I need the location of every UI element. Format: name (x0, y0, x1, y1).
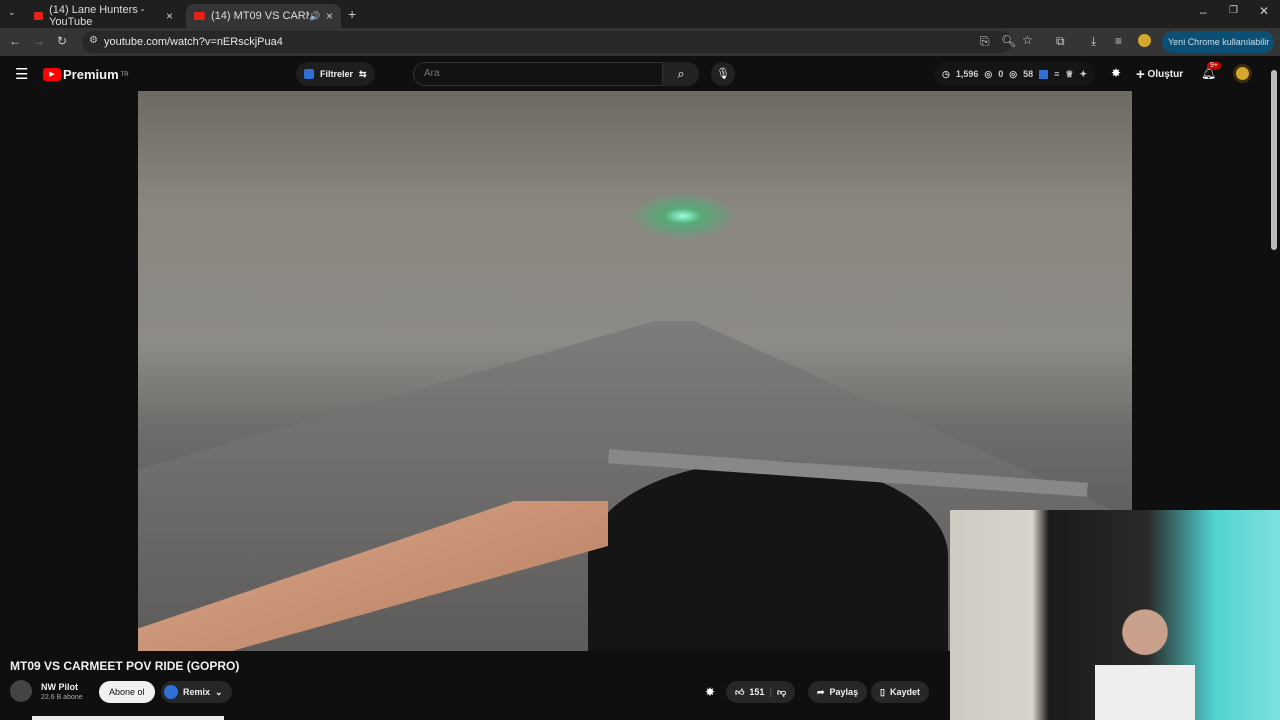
remix-button[interactable]: Remix ⌄ (161, 681, 232, 703)
bookmark-star-icon[interactable]: ☆ (1022, 33, 1033, 47)
youtube-logo[interactable]: ▶ Premium TR (43, 67, 129, 82)
account-avatar[interactable] (1233, 64, 1252, 83)
new-tab-icon[interactable]: + (348, 6, 356, 22)
search-button[interactable]: ⌕ (663, 62, 699, 86)
url-input[interactable]: youtube.com/watch?v=nERsckjPua4 (82, 31, 1012, 53)
time-stat: 1,596 (955, 69, 979, 79)
tab-mt09[interactable]: (14) MT09 VS CARMEET PO🔊 × (186, 4, 341, 28)
gem-icon[interactable]: ✸ (705, 685, 715, 699)
list-icon[interactable]: ≡ (1054, 69, 1059, 79)
url-text: youtube.com/watch?v=nERsckjPua4 (104, 36, 283, 48)
bookmark-icon: ▯ (880, 686, 885, 697)
youtube-icon (194, 12, 205, 20)
views-a-stat: 0 (998, 69, 1004, 79)
restore-icon[interactable]: ❐ (1229, 5, 1238, 16)
share-icon: ➦ (817, 686, 825, 697)
close-tab-icon[interactable]: × (326, 9, 333, 23)
address-bar: ← → ↻ youtube.com/watch?v=nERsckjPua4 ⚙ … (0, 28, 1280, 69)
trophy-icon[interactable]: ♕ (1065, 69, 1073, 80)
save-button[interactable]: ▯ Kaydet (871, 681, 929, 703)
thumbs-down-icon[interactable]: 👎︎ (777, 687, 786, 698)
stats-bar: ◷ 1,596 ◎ 0 ◎ 58 ≡ ♕ ✦ (934, 62, 1096, 86)
eye-icon: ◎ (1009, 68, 1018, 79)
channel-name[interactable]: NW Pilot (41, 682, 78, 692)
install-app-icon[interactable]: ⎘ (980, 34, 990, 49)
notification-badge: 9+ (1207, 62, 1221, 69)
search-placeholder: Ara (424, 68, 440, 79)
menu-icon[interactable]: ☰ (15, 65, 28, 83)
forward-icon[interactable]: → (33, 34, 45, 48)
gem-icon[interactable]: ✸ (1111, 66, 1121, 80)
extension-icon (304, 69, 314, 79)
channel-avatar[interactable] (10, 680, 32, 702)
youtube-icon (34, 12, 44, 20)
profile-avatar[interactable] (1138, 34, 1151, 47)
views-b-stat: 58 (1023, 69, 1034, 79)
tab-search-chevron-icon[interactable]: ⌄ (8, 7, 16, 18)
chevron-down-icon: ⌄ (215, 686, 223, 697)
region-code: TR (120, 71, 129, 78)
close-tab-icon[interactable]: × (166, 9, 173, 23)
remix-icon (164, 685, 178, 699)
subscriber-count: 22,6 B abone (41, 694, 83, 701)
tab-title: (14) Lane Hunters - YouTube (49, 4, 145, 28)
thumbs-up-icon: 👍︎ (735, 686, 745, 697)
video-title: MT09 VS CARMEET POV RIDE (GOPRO) (10, 659, 240, 673)
update-label: Yeni Chrome kullanılabilir (1168, 37, 1270, 47)
zoom-icon[interactable]: 🔍︎ (1001, 34, 1016, 48)
remix-label: Remix (183, 687, 211, 697)
filter-icon: ⇆ (359, 68, 367, 79)
clock-icon: ◷ (942, 68, 950, 79)
filters-button[interactable]: Filtreler ⇆ (296, 62, 375, 86)
close-window-icon[interactable]: ✕ (1259, 4, 1269, 18)
play-logo-icon: ▶ (43, 68, 61, 81)
voice-search-button[interactable]: 🎙︎ (711, 62, 735, 86)
subscribe-button[interactable]: Abone ol (99, 681, 155, 703)
minimize-icon[interactable]: – (1200, 5, 1207, 19)
motorcycle-tank (588, 461, 948, 651)
search-icon: ⌕ (677, 66, 685, 81)
eye-icon: ◎ (984, 68, 993, 79)
extension-icon[interactable] (1039, 69, 1049, 79)
plus-icon: + (1136, 66, 1145, 83)
share-label: Paylaş (829, 687, 859, 697)
download-icon[interactable]: ⤓ (1091, 34, 1096, 49)
filters-label: Filtreler (320, 69, 354, 79)
webcam-overlay (950, 510, 1280, 720)
reload-icon[interactable]: ↻ (57, 34, 67, 48)
like-count: 151 (749, 687, 765, 697)
progress-bar[interactable] (32, 716, 224, 720)
update-chrome-button[interactable]: Yeni Chrome kullanılabilir ⋮ (1162, 31, 1274, 69)
tab-title: (14) MT09 VS CARMEET PO (211, 10, 309, 22)
share-button[interactable]: ➦ Paylaş (808, 681, 868, 703)
youtube-header: ☰ ▶ Premium TR Filtreler ⇆ Ara ⌕ 🎙︎ ◷ 1,59… (0, 56, 1280, 92)
tab-lane-hunters[interactable]: (14) Lane Hunters - YouTube × (26, 4, 181, 28)
streamer (1095, 598, 1195, 720)
create-label: Oluştur (1147, 69, 1184, 81)
scrollbar[interactable] (1271, 70, 1277, 250)
search-input[interactable]: Ara (413, 62, 663, 86)
like-button[interactable]: 👍︎ 151 | 👎︎ (726, 681, 796, 703)
create-button[interactable]: + Oluştur (1136, 66, 1183, 83)
microphone-icon: 🎙︎ (716, 68, 730, 80)
extensions-icon[interactable]: ⧉ (1056, 34, 1065, 49)
sparkle-icon[interactable]: ✦ (1079, 69, 1087, 80)
logo-text: Premium (63, 67, 119, 82)
speaker-icon[interactable]: 🔊 (309, 11, 320, 22)
tab-bar: ⌄ (14) Lane Hunters - YouTube × (14) MT09… (0, 0, 1280, 28)
media-queue-icon[interactable]: ≡ (1115, 34, 1122, 48)
site-settings-icon[interactable]: ⚙ (89, 35, 98, 46)
save-label: Kaydet (889, 687, 920, 697)
back-icon[interactable]: ← (9, 34, 21, 48)
